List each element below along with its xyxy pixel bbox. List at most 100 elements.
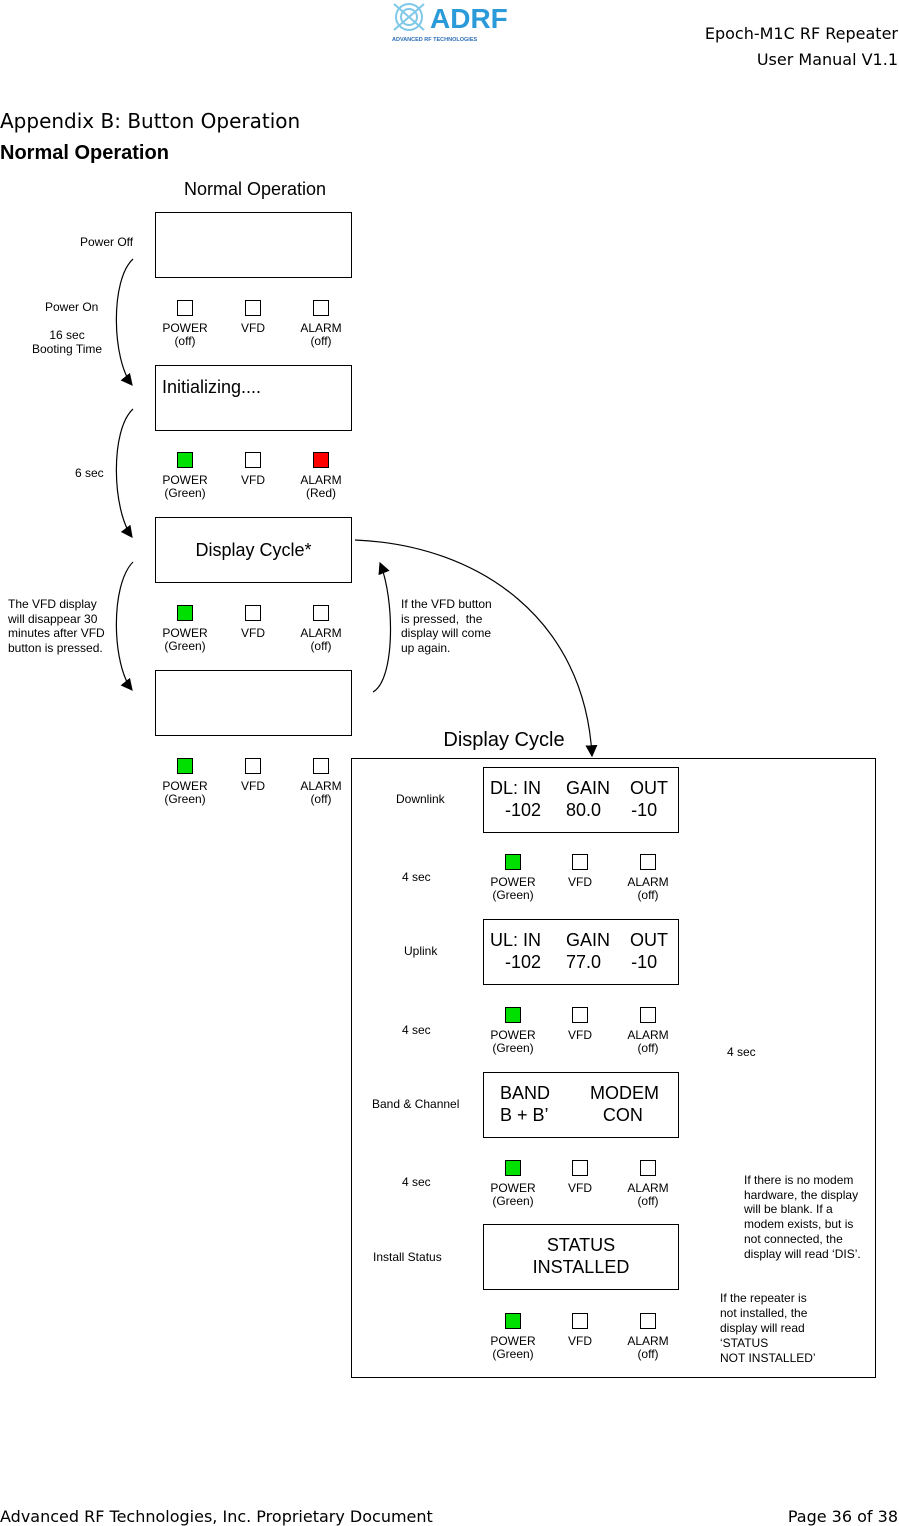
led-state: (off) — [310, 334, 332, 348]
label-4sec-2: 4 sec — [402, 1023, 431, 1037]
power-led-label: POWER (Green) — [150, 780, 220, 806]
alarm-led-label: ALARM (Red) — [286, 474, 356, 500]
label-4sec-loop: 4 sec — [727, 1045, 756, 1059]
vfd-display-screen — [155, 212, 352, 278]
alarm-led-label: ALARM (off) — [613, 1335, 683, 1361]
screen-line: -102 77.0 -10 — [490, 952, 658, 972]
label-vfd-pressed: If the VFD button is pressed, the displa… — [401, 597, 492, 656]
power-led-indicator — [177, 758, 193, 774]
footer-page: Page 36 of 38 — [787, 1507, 898, 1526]
led-state: (Green) — [164, 792, 206, 806]
arrow-wake — [372, 561, 392, 693]
footer-left: Advanced RF Technologies, Inc. Proprieta… — [0, 1507, 433, 1526]
power-led-indicator — [505, 1007, 521, 1023]
note-modem: If there is no modem hardware, the displ… — [744, 1173, 861, 1261]
vfd-led-indicator — [245, 300, 261, 316]
alarm-led-label: ALARM (off) — [286, 322, 356, 348]
power-led-label: POWER (Green) — [150, 474, 220, 500]
vfd-led-indicator — [572, 1160, 588, 1176]
cycle-display-screen: UL: IN GAIN OUT -102 77.0 -10 — [483, 919, 679, 985]
label-vfd-note: The VFD display will disappear 30 minute… — [8, 597, 105, 656]
vfd-led-label: VFD — [545, 1029, 615, 1042]
label-downlink: Downlink — [396, 792, 445, 806]
screen-line: DL: IN GAIN OUT — [490, 778, 669, 798]
arrow-boot — [115, 258, 134, 386]
power-led-indicator — [177, 605, 193, 621]
alarm-led-indicator — [640, 1160, 656, 1176]
led-state: (Green) — [492, 888, 534, 902]
led-state: (Red) — [305, 486, 336, 500]
label-uplink: Uplink — [404, 944, 438, 958]
alarm-led-indicator — [313, 300, 329, 316]
label-4sec-3: 4 sec — [402, 1175, 431, 1189]
vfd-led-label: VFD — [545, 1182, 615, 1195]
label-4sec-1: 4 sec — [402, 870, 431, 884]
vfd-led-indicator — [245, 758, 261, 774]
led-name: VFD — [568, 1334, 592, 1348]
power-led-indicator — [505, 854, 521, 870]
alarm-led-indicator — [640, 1313, 656, 1329]
led-state: (off) — [637, 888, 659, 902]
power-led-label: POWER (Green) — [478, 876, 548, 902]
label-power-on: Power On — [45, 300, 99, 314]
led-state: (Green) — [492, 1041, 534, 1055]
screen-line: -102 80.0 -10 — [490, 800, 658, 820]
led-state: (Green) — [492, 1194, 534, 1208]
vfd-led-label: VFD — [218, 627, 288, 640]
alarm-led-indicator — [313, 452, 329, 468]
label-power-off: Power Off — [80, 235, 134, 249]
arrow-init — [115, 408, 134, 538]
vfd-led-indicator — [245, 605, 261, 621]
led-state: (Green) — [164, 486, 206, 500]
vfd-display-screen — [155, 670, 352, 736]
label-install: Install Status — [373, 1250, 442, 1264]
alarm-led-label: ALARM (off) — [613, 876, 683, 902]
vfd-led-label: VFD — [545, 876, 615, 889]
power-led-indicator — [177, 300, 193, 316]
vfd-display-screen: Display Cycle* — [155, 517, 352, 583]
vfd-display-screen: Initializing.... — [155, 365, 352, 431]
led-state: (Green) — [492, 1347, 534, 1361]
vfd-led-label: VFD — [218, 780, 288, 793]
arrow-timeout — [115, 561, 134, 691]
alarm-led-indicator — [313, 758, 329, 774]
vfd-led-label: VFD — [218, 474, 288, 487]
vfd-led-indicator — [572, 1313, 588, 1329]
led-state: (off) — [637, 1194, 659, 1208]
screen-line: UL: IN GAIN OUT — [490, 930, 669, 950]
alarm-led-indicator — [313, 605, 329, 621]
vfd-led-label: VFD — [218, 322, 288, 335]
power-led-label: POWER (Green) — [478, 1335, 548, 1361]
alarm-led-label: ALARM (off) — [613, 1182, 683, 1208]
alarm-led-indicator — [640, 1007, 656, 1023]
led-state: (off) — [637, 1041, 659, 1055]
vfd-led-indicator — [572, 854, 588, 870]
led-state: (off) — [174, 334, 196, 348]
power-led-indicator — [177, 452, 193, 468]
led-name: VFD — [568, 1028, 592, 1042]
cycle-title: Display Cycle — [443, 729, 565, 751]
power-led-label: POWER (Green) — [478, 1182, 548, 1208]
led-name: VFD — [241, 779, 265, 793]
cycle-display-screen: BAND MODEM B + B’ CON — [483, 1072, 679, 1138]
alarm-led-label: ALARM (off) — [286, 627, 356, 653]
alarm-led-indicator — [640, 854, 656, 870]
led-state: (off) — [310, 639, 332, 653]
led-state: (off) — [310, 792, 332, 806]
label-band: Band & Channel — [372, 1097, 460, 1111]
led-state: (off) — [637, 1347, 659, 1361]
label-6sec: 6 sec — [75, 466, 104, 480]
power-led-label: POWER (off) — [150, 322, 220, 348]
vfd-led-indicator — [245, 452, 261, 468]
led-name: VFD — [241, 473, 265, 487]
power-led-indicator — [505, 1313, 521, 1329]
cycle-display-screen: STATUS INSTALLED — [483, 1224, 679, 1290]
screen-line: STATUS — [546, 1235, 616, 1255]
vfd-led-label: VFD — [545, 1335, 615, 1348]
led-state: (Green) — [164, 639, 206, 653]
document-page: ADRF ADVANCED RF TECHNOLOGIES Epoch-M1C … — [0, 0, 899, 1526]
power-led-label: POWER (Green) — [478, 1029, 548, 1055]
led-name: VFD — [568, 1181, 592, 1195]
alarm-led-label: ALARM (off) — [613, 1029, 683, 1055]
led-name: VFD — [241, 321, 265, 335]
